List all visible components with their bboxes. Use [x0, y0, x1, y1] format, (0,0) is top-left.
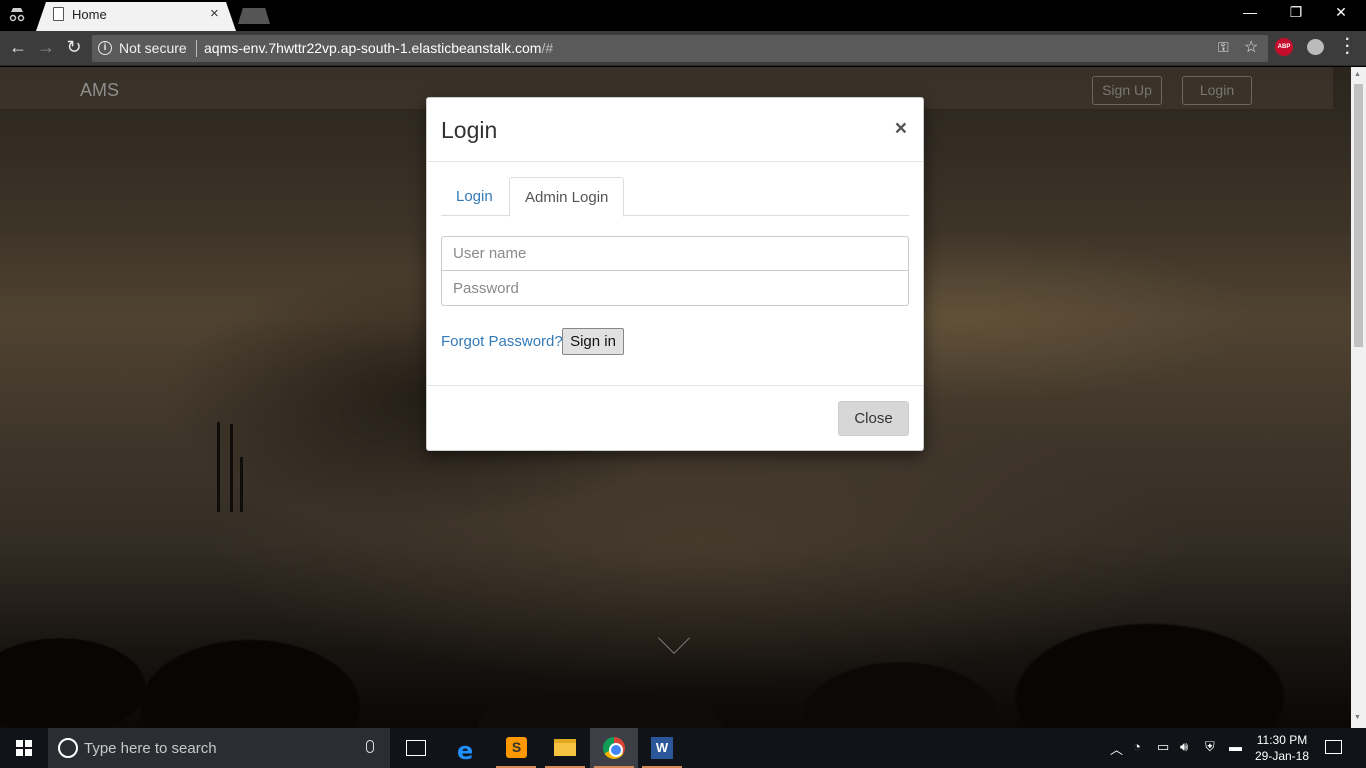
tab-admin-login[interactable]: Admin Login — [509, 177, 625, 217]
browser-tab-title: Home — [72, 7, 107, 22]
incognito-icon — [8, 6, 26, 24]
url-text[interactable]: aqms-env.7hwttr22vp.ap-south-1.elasticbe… — [204, 40, 553, 56]
tab-login[interactable]: Login — [441, 177, 508, 216]
security-shield-icon[interactable]: ⛨ — [1205, 739, 1215, 755]
url-host: aqms-env.7hwttr22vp.ap-south-1.elasticbe… — [204, 40, 542, 56]
volume-icon[interactable]: 🔊︎ — [1180, 739, 1188, 755]
file-explorer-taskbar-button[interactable] — [541, 728, 589, 768]
username-input[interactable] — [441, 236, 909, 271]
battery-icon[interactable]: ▭ — [1157, 739, 1169, 755]
password-input[interactable] — [441, 271, 909, 306]
restore-icon[interactable]: ❐ — [1273, 4, 1319, 21]
chrome-taskbar-button[interactable] — [590, 728, 638, 768]
action-center-icon[interactable] — [1325, 740, 1342, 754]
sign-in-button[interactable]: Sign in — [562, 328, 624, 355]
forgot-password-link[interactable]: Forgot Password? — [441, 333, 563, 350]
scroll-down-icon[interactable]: ▼ — [1354, 714, 1361, 721]
task-view-button[interactable] — [392, 728, 440, 768]
sublime-taskbar-button[interactable]: S — [492, 728, 540, 768]
chrome-icon — [603, 737, 625, 759]
forward-arrow-icon[interactable]: → — [34, 37, 58, 58]
extension-icon[interactable] — [1307, 39, 1324, 55]
back-arrow-icon[interactable]: ← — [6, 37, 30, 58]
microphone-icon[interactable] — [366, 740, 374, 753]
nav-login-button[interactable]: Login — [1182, 76, 1252, 105]
modal-title: Login — [441, 117, 498, 143]
search-placeholder: Type here to search — [84, 740, 217, 757]
tab-close-icon[interactable]: × — [210, 5, 219, 22]
task-view-icon — [406, 740, 426, 756]
file-explorer-icon — [554, 739, 576, 756]
edge-taskbar-button[interactable]: e — [443, 728, 491, 768]
show-hidden-icons-icon[interactable]: ︿ — [1110, 739, 1123, 758]
window-close-icon[interactable]: ✕ — [1318, 4, 1364, 21]
close-button[interactable]: Close — [838, 401, 909, 436]
edge-icon: e — [457, 737, 474, 765]
word-taskbar-button[interactable]: W — [638, 728, 686, 768]
windows-logo-icon — [16, 740, 32, 756]
modal-close-icon[interactable]: × — [895, 117, 907, 141]
bookmark-star-icon[interactable]: ☆ — [1244, 37, 1258, 57]
address-separator — [196, 40, 197, 57]
page-scrollbar[interactable]: ▲ ▼ — [1351, 67, 1366, 728]
browser-toolbar: ← → ↻ i Not secure aqms-env.7hwttr22vp.a… — [0, 31, 1366, 66]
windows-taskbar: Type here to search e S W ︿ ◔ ▭ 🔊︎ ⛨ ▬ 1… — [0, 728, 1366, 768]
key-icon[interactable]: ⚿ — [1218, 39, 1229, 56]
address-bar[interactable]: i Not secure aqms-env.7hwttr22vp.ap-sout… — [92, 35, 1268, 62]
scroll-up-icon[interactable]: ▲ — [1354, 71, 1361, 78]
display-icon[interactable]: ▬ — [1229, 739, 1242, 754]
security-label[interactable]: Not secure — [119, 40, 187, 56]
modal-body: Login Admin Login Forgot Password? Sign … — [427, 162, 923, 386]
browser-tab-home[interactable] — [36, 2, 236, 31]
wifi-icon[interactable]: ◔ — [1133, 739, 1141, 754]
reload-icon[interactable]: ↻ — [62, 37, 86, 58]
sublime-text-icon: S — [506, 737, 527, 758]
clock-time: 11:30 PM — [1256, 733, 1308, 747]
scroll-thumb[interactable] — [1354, 84, 1363, 347]
taskbar-clock[interactable]: 11:30 PM 29-Jan-18 — [1248, 732, 1316, 764]
login-modal: Login × Login Admin Login Forgot Passwor… — [426, 97, 924, 451]
word-icon: W — [651, 737, 673, 759]
start-button[interactable] — [0, 728, 48, 768]
login-tabs: Login Admin Login — [441, 177, 909, 217]
new-tab-button[interactable] — [238, 8, 270, 24]
clock-date: 29-Jan-18 — [1254, 749, 1310, 763]
browser-menu-icon[interactable]: · · · — [1345, 32, 1350, 62]
site-brand[interactable]: AMS — [80, 80, 119, 101]
browser-titlebar: Home × — ❐ ✕ — [0, 0, 1366, 31]
cortana-icon — [58, 738, 78, 758]
page-icon — [53, 7, 64, 21]
taskbar-search[interactable]: Type here to search — [48, 728, 390, 768]
adblock-plus-icon[interactable]: ABP — [1275, 38, 1293, 56]
modal-header: Login × — [427, 98, 923, 162]
minimize-icon[interactable]: — — [1227, 4, 1273, 20]
info-icon[interactable]: i — [98, 41, 112, 55]
url-path: /# — [541, 40, 554, 56]
signup-button[interactable]: Sign Up — [1092, 76, 1162, 105]
